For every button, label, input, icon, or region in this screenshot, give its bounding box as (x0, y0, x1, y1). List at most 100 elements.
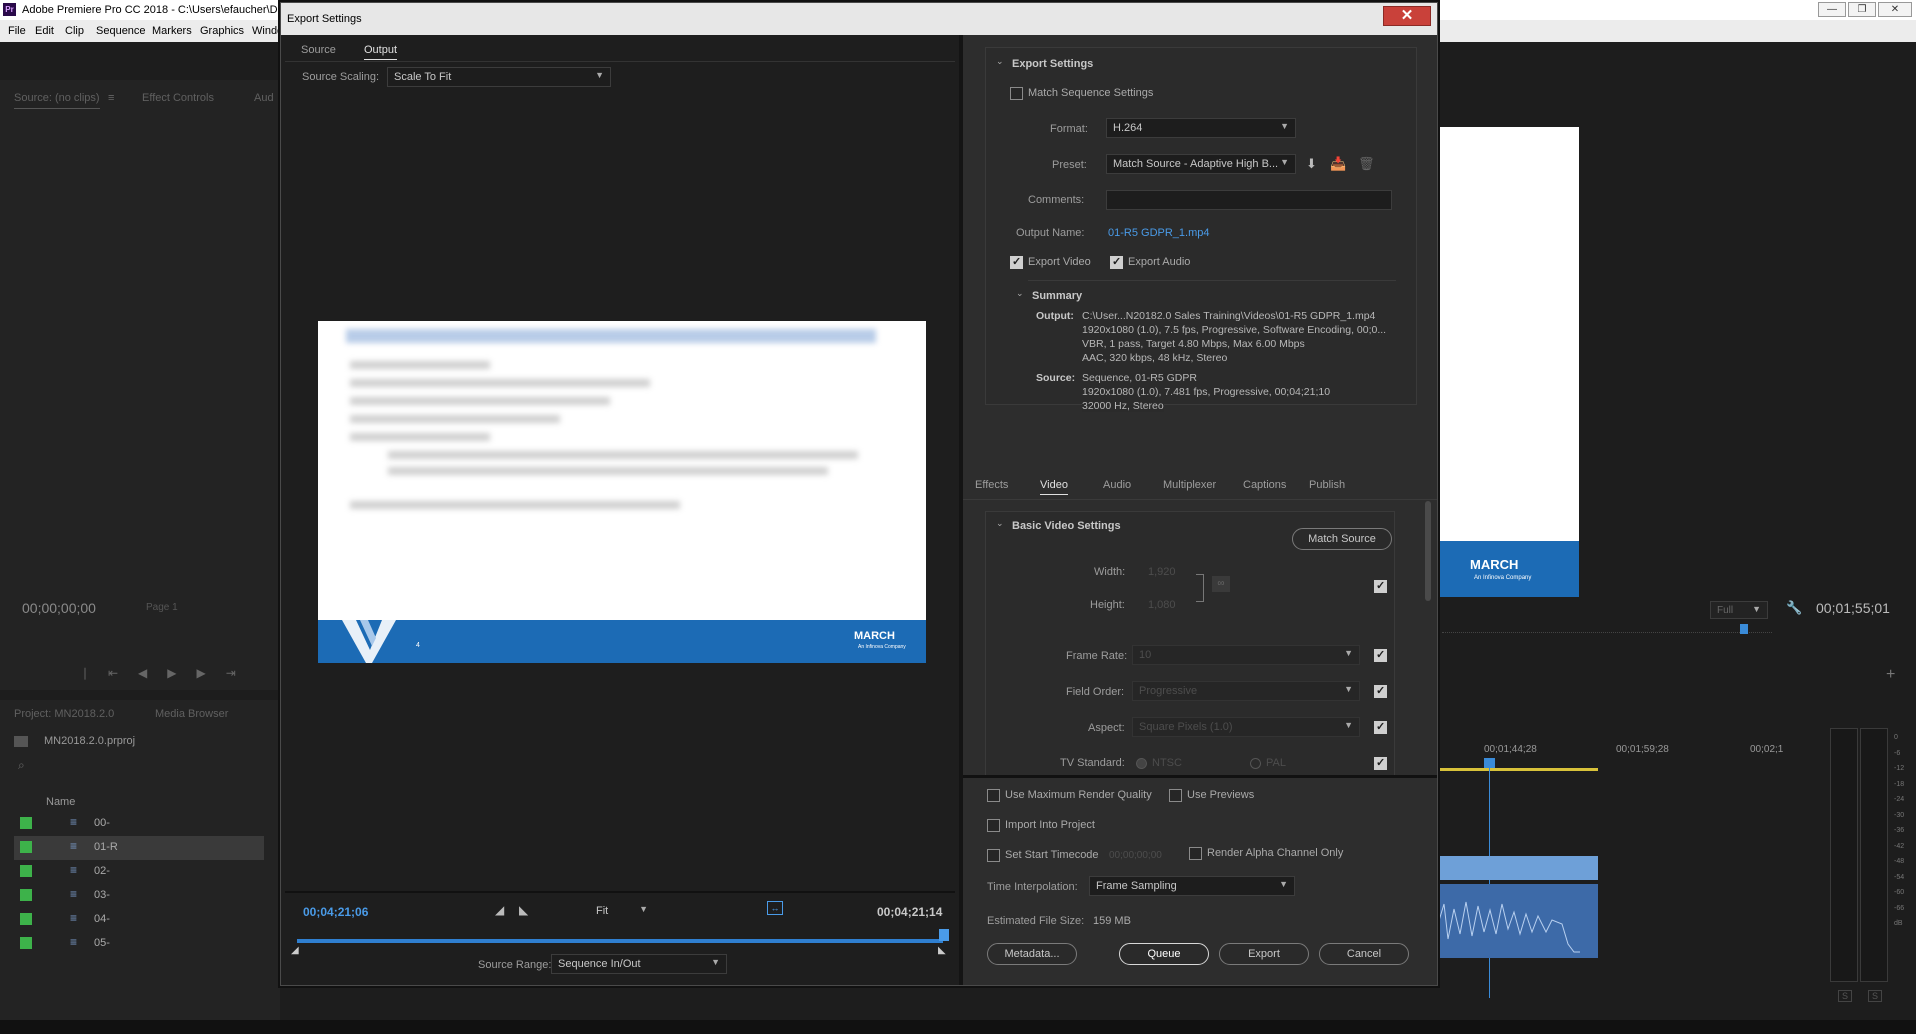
tab-source[interactable]: Source (301, 44, 336, 56)
menu-window[interactable]: Windo (252, 25, 283, 37)
output-name-link[interactable]: 01-R5 GDPR_1.mp4 (1108, 227, 1210, 239)
minimize-button[interactable]: — (1818, 2, 1846, 17)
source-scaling-label: Source Scaling: (302, 71, 380, 83)
audio-waveform (1437, 901, 1580, 953)
field-order-match-checkbox[interactable] (1374, 684, 1387, 698)
source-range-dropdown[interactable]: Sequence In/Out ▼ (551, 954, 727, 974)
program-timecode[interactable]: 00;01;55;01 (1816, 600, 1890, 616)
name-column-header[interactable]: Name (46, 796, 75, 808)
settings-scrollbar[interactable] (1425, 501, 1431, 601)
tv-standard-match-checkbox[interactable] (1374, 756, 1387, 770)
maximize-button[interactable]: ❐ (1848, 2, 1876, 17)
comments-input[interactable] (1106, 190, 1392, 210)
list-item[interactable]: ≡ 02- (14, 860, 264, 884)
chain-link-icon[interactable]: ∞ (1212, 576, 1230, 592)
set-in-point-icon[interactable]: ◢ (495, 903, 504, 917)
tab-effect-controls[interactable]: Effect Controls (142, 92, 214, 104)
tab-media-browser[interactable]: Media Browser (155, 708, 228, 720)
blurred-slide-bullet (350, 397, 610, 405)
tab-output[interactable]: Output (364, 44, 398, 60)
tab-effects[interactable]: Effects (975, 479, 1008, 491)
pal-radio[interactable] (1250, 758, 1261, 769)
work-area-bar[interactable] (1438, 768, 1598, 771)
range-out-handle[interactable]: ◣ (938, 945, 946, 956)
wrench-icon[interactable]: 🔧 (1786, 600, 1802, 616)
tab-captions[interactable]: Captions (1243, 479, 1286, 491)
audio-clip[interactable] (1437, 884, 1598, 958)
field-order-dropdown[interactable]: Progressive ▼ (1132, 681, 1360, 701)
basic-video-chevron-icon[interactable]: ⌄ (996, 518, 1004, 529)
collapse-chevron-icon[interactable]: ⌄ (996, 56, 1004, 67)
delete-preset-icon[interactable]: 🗑 (1358, 156, 1375, 172)
list-item[interactable]: ≡ 05- (14, 932, 264, 956)
match-source-button[interactable]: Match Source (1292, 528, 1392, 550)
import-into-project-checkbox[interactable] (987, 819, 1000, 832)
tab-video[interactable]: Video (1040, 479, 1068, 495)
playhead-marker[interactable] (1740, 624, 1748, 634)
menu-markers[interactable]: Markers (152, 25, 192, 37)
set-out-point-icon[interactable]: ◣ (519, 903, 528, 917)
project-search-icon[interactable]: ⌕ (18, 758, 25, 773)
height-value[interactable]: 1,080 (1148, 599, 1176, 611)
dialog-titlebar[interactable]: Export Settings ✕ (281, 3, 1437, 35)
preset-dropdown[interactable]: Match Source - Adaptive High B... ▼ (1106, 154, 1296, 174)
dimension-match-checkbox[interactable] (1374, 579, 1387, 593)
menu-clip[interactable]: Clip (65, 25, 84, 37)
tab-publish[interactable]: Publish (1309, 479, 1345, 491)
cancel-button[interactable]: Cancel (1319, 943, 1409, 965)
export-button[interactable]: Export (1219, 943, 1309, 965)
set-start-timecode-checkbox[interactable] (987, 849, 1000, 862)
menu-file[interactable]: File (8, 25, 26, 37)
current-timecode[interactable]: 00;04;21;06 (303, 905, 368, 919)
menu-graphics[interactable]: Graphics (200, 25, 244, 37)
use-previews-checkbox[interactable] (1169, 789, 1182, 802)
list-item[interactable]: ≡ 03- (14, 884, 264, 908)
list-item[interactable]: ≡ 01-R (14, 836, 264, 860)
list-item[interactable]: ≡ 04- (14, 908, 264, 932)
playhead-head[interactable] (1484, 758, 1495, 768)
frame-rate-match-checkbox[interactable] (1374, 648, 1387, 662)
queue-button[interactable]: Queue (1119, 943, 1209, 965)
max-render-quality-checkbox[interactable] (987, 789, 1000, 802)
metadata-button[interactable]: Metadata... (987, 943, 1077, 965)
add-button-icon[interactable]: + (1886, 666, 1895, 684)
tab-source[interactable]: Source: (no clips) (14, 92, 100, 109)
menu-edit[interactable]: Edit (35, 25, 54, 37)
tab-multiplexer[interactable]: Multiplexer (1163, 479, 1216, 491)
range-in-handle[interactable]: ◢ (291, 945, 299, 956)
menu-sequence[interactable]: Sequence (96, 25, 146, 37)
close-app-button[interactable]: ✕ (1878, 2, 1912, 17)
solo-left-button[interactable]: S (1838, 990, 1853, 1002)
video-clip[interactable] (1438, 856, 1598, 880)
list-item[interactable]: ≡ 00- (14, 812, 264, 836)
import-preset-icon[interactable]: 📥 (1330, 156, 1346, 172)
frame-rate-dropdown[interactable]: 10 ▼ (1132, 645, 1360, 665)
dialog-close-button[interactable]: ✕ (1383, 6, 1431, 26)
source-scaling-dropdown[interactable]: Scale To Fit ▼ (387, 67, 611, 87)
panel-menu-icon[interactable]: ≡ (108, 92, 114, 104)
export-audio-checkbox[interactable] (1110, 255, 1123, 269)
range-track[interactable] (297, 939, 943, 943)
aspect-match-checkbox[interactable] (1374, 720, 1387, 734)
match-sequence-checkbox[interactable] (1010, 87, 1023, 100)
start-timecode-value[interactable]: 00;00;00;00 (1109, 850, 1162, 861)
transport-controls[interactable]: ∣⇤◀▶▶⇥ (82, 666, 256, 680)
aspect-dropdown[interactable]: Square Pixels (1.0) ▼ (1132, 717, 1360, 737)
ntsc-radio[interactable] (1136, 758, 1147, 769)
source-timecode[interactable]: 00;00;00;00 (22, 600, 96, 616)
tab-project[interactable]: Project: MN2018.2.0 (14, 708, 114, 720)
summary-chevron-icon[interactable]: ⌄ (1016, 288, 1024, 299)
tab-audio-partial[interactable]: Aud (254, 92, 274, 104)
format-dropdown[interactable]: H.264 ▼ (1106, 118, 1296, 138)
solo-right-button[interactable]: S (1868, 990, 1883, 1002)
aspect-toggle-icon[interactable]: ↔ (767, 901, 783, 915)
program-zoom-dropdown[interactable]: Full ▼ (1710, 601, 1768, 619)
export-video-checkbox[interactable] (1010, 255, 1023, 269)
tab-audio[interactable]: Audio (1103, 479, 1131, 491)
fit-dropdown[interactable]: Fit ▼ (589, 901, 655, 920)
time-interpolation-dropdown[interactable]: Frame Sampling ▼ (1089, 876, 1295, 896)
width-value[interactable]: 1,920 (1148, 566, 1176, 578)
save-preset-icon[interactable]: ⬇ (1306, 156, 1317, 172)
preview-playhead[interactable] (939, 929, 949, 941)
render-alpha-checkbox[interactable] (1189, 847, 1202, 860)
